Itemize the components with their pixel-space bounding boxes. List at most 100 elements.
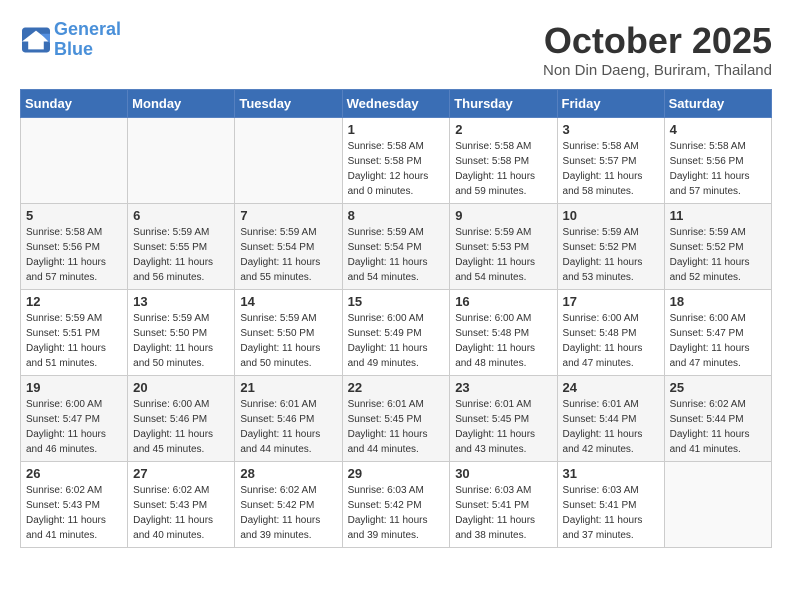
day-number: 2 (455, 122, 551, 137)
day-info: Sunrise: 6:01 AMSunset: 5:46 PMDaylight:… (240, 397, 336, 457)
day-number: 9 (455, 208, 551, 223)
logo-line1: General (54, 19, 121, 39)
day-number: 25 (670, 380, 766, 395)
page-header: General Blue October 2025 Non Din Daeng,… (20, 20, 772, 79)
calendar-week-row: 26 Sunrise: 6:02 AMSunset: 5:43 PMDayligh… (21, 462, 772, 548)
calendar-cell (128, 118, 235, 204)
calendar-cell: 5 Sunrise: 5:58 AMSunset: 5:56 PMDaylight… (21, 204, 128, 290)
day-info: Sunrise: 6:00 AMSunset: 5:49 PMDaylight:… (348, 311, 445, 371)
day-number: 26 (26, 466, 122, 481)
calendar-week-row: 5 Sunrise: 5:58 AMSunset: 5:56 PMDaylight… (21, 204, 772, 290)
calendar-header-row: SundayMondayTuesdayWednesdayThursdayFrid… (21, 90, 772, 118)
weekday-header-tuesday: Tuesday (235, 90, 342, 118)
day-info: Sunrise: 5:59 AMSunset: 5:50 PMDaylight:… (133, 311, 229, 371)
calendar-cell: 1Sunrise: 5:58 AMSunset: 5:58 PMDaylight… (342, 118, 450, 204)
calendar-cell: 12 Sunrise: 5:59 AMSunset: 5:51 PMDayligh… (21, 290, 128, 376)
day-info: Sunrise: 5:59 AMSunset: 5:53 PMDaylight:… (455, 225, 551, 285)
day-number: 30 (455, 466, 551, 481)
calendar-cell (664, 462, 771, 548)
calendar-cell: 4 Sunrise: 5:58 AMSunset: 5:56 PMDaylight… (664, 118, 771, 204)
day-number: 7 (240, 208, 336, 223)
weekday-header-monday: Monday (128, 90, 235, 118)
day-number: 16 (455, 294, 551, 309)
day-number: 6 (133, 208, 229, 223)
day-info: Sunrise: 5:58 AMSunset: 5:58 PMDaylight:… (348, 139, 445, 199)
day-info: Sunrise: 5:58 AMSunset: 5:57 PMDaylight:… (563, 139, 659, 199)
day-info: Sunrise: 6:03 AMSunset: 5:42 PMDaylight:… (348, 483, 445, 543)
calendar-cell: 30 Sunrise: 6:03 AMSunset: 5:41 PMDayligh… (450, 462, 557, 548)
day-number: 21 (240, 380, 336, 395)
day-number: 15 (348, 294, 445, 309)
day-info: Sunrise: 6:00 AMSunset: 5:48 PMDaylight:… (563, 311, 659, 371)
day-info: Sunrise: 6:03 AMSunset: 5:41 PMDaylight:… (455, 483, 551, 543)
day-number: 8 (348, 208, 445, 223)
calendar-cell: 7 Sunrise: 5:59 AMSunset: 5:54 PMDaylight… (235, 204, 342, 290)
calendar-cell: 16 Sunrise: 6:00 AMSunset: 5:48 PMDayligh… (450, 290, 557, 376)
calendar-cell (235, 118, 342, 204)
day-number: 31 (563, 466, 659, 481)
day-info: Sunrise: 5:58 AMSunset: 5:58 PMDaylight:… (455, 139, 551, 199)
day-number: 4 (670, 122, 766, 137)
day-number: 12 (26, 294, 122, 309)
calendar-cell: 20Sunrise: 6:00 AMSunset: 5:46 PMDayligh… (128, 376, 235, 462)
logo-text: General Blue (54, 20, 121, 60)
day-info: Sunrise: 5:59 AMSunset: 5:52 PMDaylight:… (563, 225, 659, 285)
calendar-cell: 25Sunrise: 6:02 AMSunset: 5:44 PMDayligh… (664, 376, 771, 462)
weekday-header-wednesday: Wednesday (342, 90, 450, 118)
title-block: October 2025 Non Din Daeng, Buriram, Tha… (543, 20, 772, 79)
day-info: Sunrise: 5:59 AMSunset: 5:52 PMDaylight:… (670, 225, 766, 285)
day-info: Sunrise: 5:58 AMSunset: 5:56 PMDaylight:… (26, 225, 122, 285)
weekday-header-saturday: Saturday (664, 90, 771, 118)
calendar-cell: 21 Sunrise: 6:01 AMSunset: 5:46 PMDayligh… (235, 376, 342, 462)
weekday-header-thursday: Thursday (450, 90, 557, 118)
day-info: Sunrise: 5:59 AMSunset: 5:55 PMDaylight:… (133, 225, 229, 285)
calendar-cell: 6 Sunrise: 5:59 AMSunset: 5:55 PMDaylight… (128, 204, 235, 290)
calendar-cell: 17Sunrise: 6:00 AMSunset: 5:48 PMDayligh… (557, 290, 664, 376)
location-subtitle: Non Din Daeng, Buriram, Thailand (543, 62, 772, 79)
month-title: October 2025 (543, 20, 772, 62)
calendar-cell: 29Sunrise: 6:03 AMSunset: 5:42 PMDayligh… (342, 462, 450, 548)
calendar-cell: 15 Sunrise: 6:00 AMSunset: 5:49 PMDayligh… (342, 290, 450, 376)
day-info: Sunrise: 5:58 AMSunset: 5:56 PMDaylight:… (670, 139, 766, 199)
calendar-cell: 18Sunrise: 6:00 AMSunset: 5:47 PMDayligh… (664, 290, 771, 376)
calendar-cell: 22 Sunrise: 6:01 AMSunset: 5:45 PMDayligh… (342, 376, 450, 462)
day-number: 27 (133, 466, 229, 481)
calendar-cell: 27 Sunrise: 6:02 AMSunset: 5:43 PMDayligh… (128, 462, 235, 548)
day-number: 13 (133, 294, 229, 309)
calendar-cell: 24Sunrise: 6:01 AMSunset: 5:44 PMDayligh… (557, 376, 664, 462)
calendar-cell: 10Sunrise: 5:59 AMSunset: 5:52 PMDayligh… (557, 204, 664, 290)
calendar-week-row: 1Sunrise: 5:58 AMSunset: 5:58 PMDaylight… (21, 118, 772, 204)
day-info: Sunrise: 5:59 AMSunset: 5:54 PMDaylight:… (240, 225, 336, 285)
calendar-cell: 31Sunrise: 6:03 AMSunset: 5:41 PMDayligh… (557, 462, 664, 548)
day-number: 14 (240, 294, 336, 309)
calendar-cell: 8 Sunrise: 5:59 AMSunset: 5:54 PMDaylight… (342, 204, 450, 290)
day-info: Sunrise: 6:01 AMSunset: 5:44 PMDaylight:… (563, 397, 659, 457)
calendar-cell: 13 Sunrise: 5:59 AMSunset: 5:50 PMDayligh… (128, 290, 235, 376)
calendar-cell: 14Sunrise: 5:59 AMSunset: 5:50 PMDayligh… (235, 290, 342, 376)
calendar-cell: 3Sunrise: 5:58 AMSunset: 5:57 PMDaylight… (557, 118, 664, 204)
calendar-cell: 28 Sunrise: 6:02 AMSunset: 5:42 PMDayligh… (235, 462, 342, 548)
day-number: 23 (455, 380, 551, 395)
calendar-cell: 2 Sunrise: 5:58 AMSunset: 5:58 PMDaylight… (450, 118, 557, 204)
day-number: 11 (670, 208, 766, 223)
calendar-cell: 9 Sunrise: 5:59 AMSunset: 5:53 PMDaylight… (450, 204, 557, 290)
calendar-week-row: 12 Sunrise: 5:59 AMSunset: 5:51 PMDayligh… (21, 290, 772, 376)
day-info: Sunrise: 6:02 AMSunset: 5:42 PMDaylight:… (240, 483, 336, 543)
day-info: Sunrise: 6:00 AMSunset: 5:47 PMDaylight:… (670, 311, 766, 371)
day-number: 28 (240, 466, 336, 481)
logo-icon (20, 26, 52, 54)
day-info: Sunrise: 6:00 AMSunset: 5:47 PMDaylight:… (26, 397, 122, 457)
day-info: Sunrise: 5:59 AMSunset: 5:54 PMDaylight:… (348, 225, 445, 285)
day-info: Sunrise: 5:59 AMSunset: 5:51 PMDaylight:… (26, 311, 122, 371)
day-number: 22 (348, 380, 445, 395)
weekday-header-friday: Friday (557, 90, 664, 118)
day-info: Sunrise: 6:01 AMSunset: 5:45 PMDaylight:… (348, 397, 445, 457)
day-info: Sunrise: 6:02 AMSunset: 5:43 PMDaylight:… (133, 483, 229, 543)
day-info: Sunrise: 6:00 AMSunset: 5:46 PMDaylight:… (133, 397, 229, 457)
calendar-cell: 11 Sunrise: 5:59 AMSunset: 5:52 PMDayligh… (664, 204, 771, 290)
calendar-week-row: 19 Sunrise: 6:00 AMSunset: 5:47 PMDayligh… (21, 376, 772, 462)
day-info: Sunrise: 6:00 AMSunset: 5:48 PMDaylight:… (455, 311, 551, 371)
day-number: 19 (26, 380, 122, 395)
logo: General Blue (20, 20, 121, 60)
day-number: 5 (26, 208, 122, 223)
